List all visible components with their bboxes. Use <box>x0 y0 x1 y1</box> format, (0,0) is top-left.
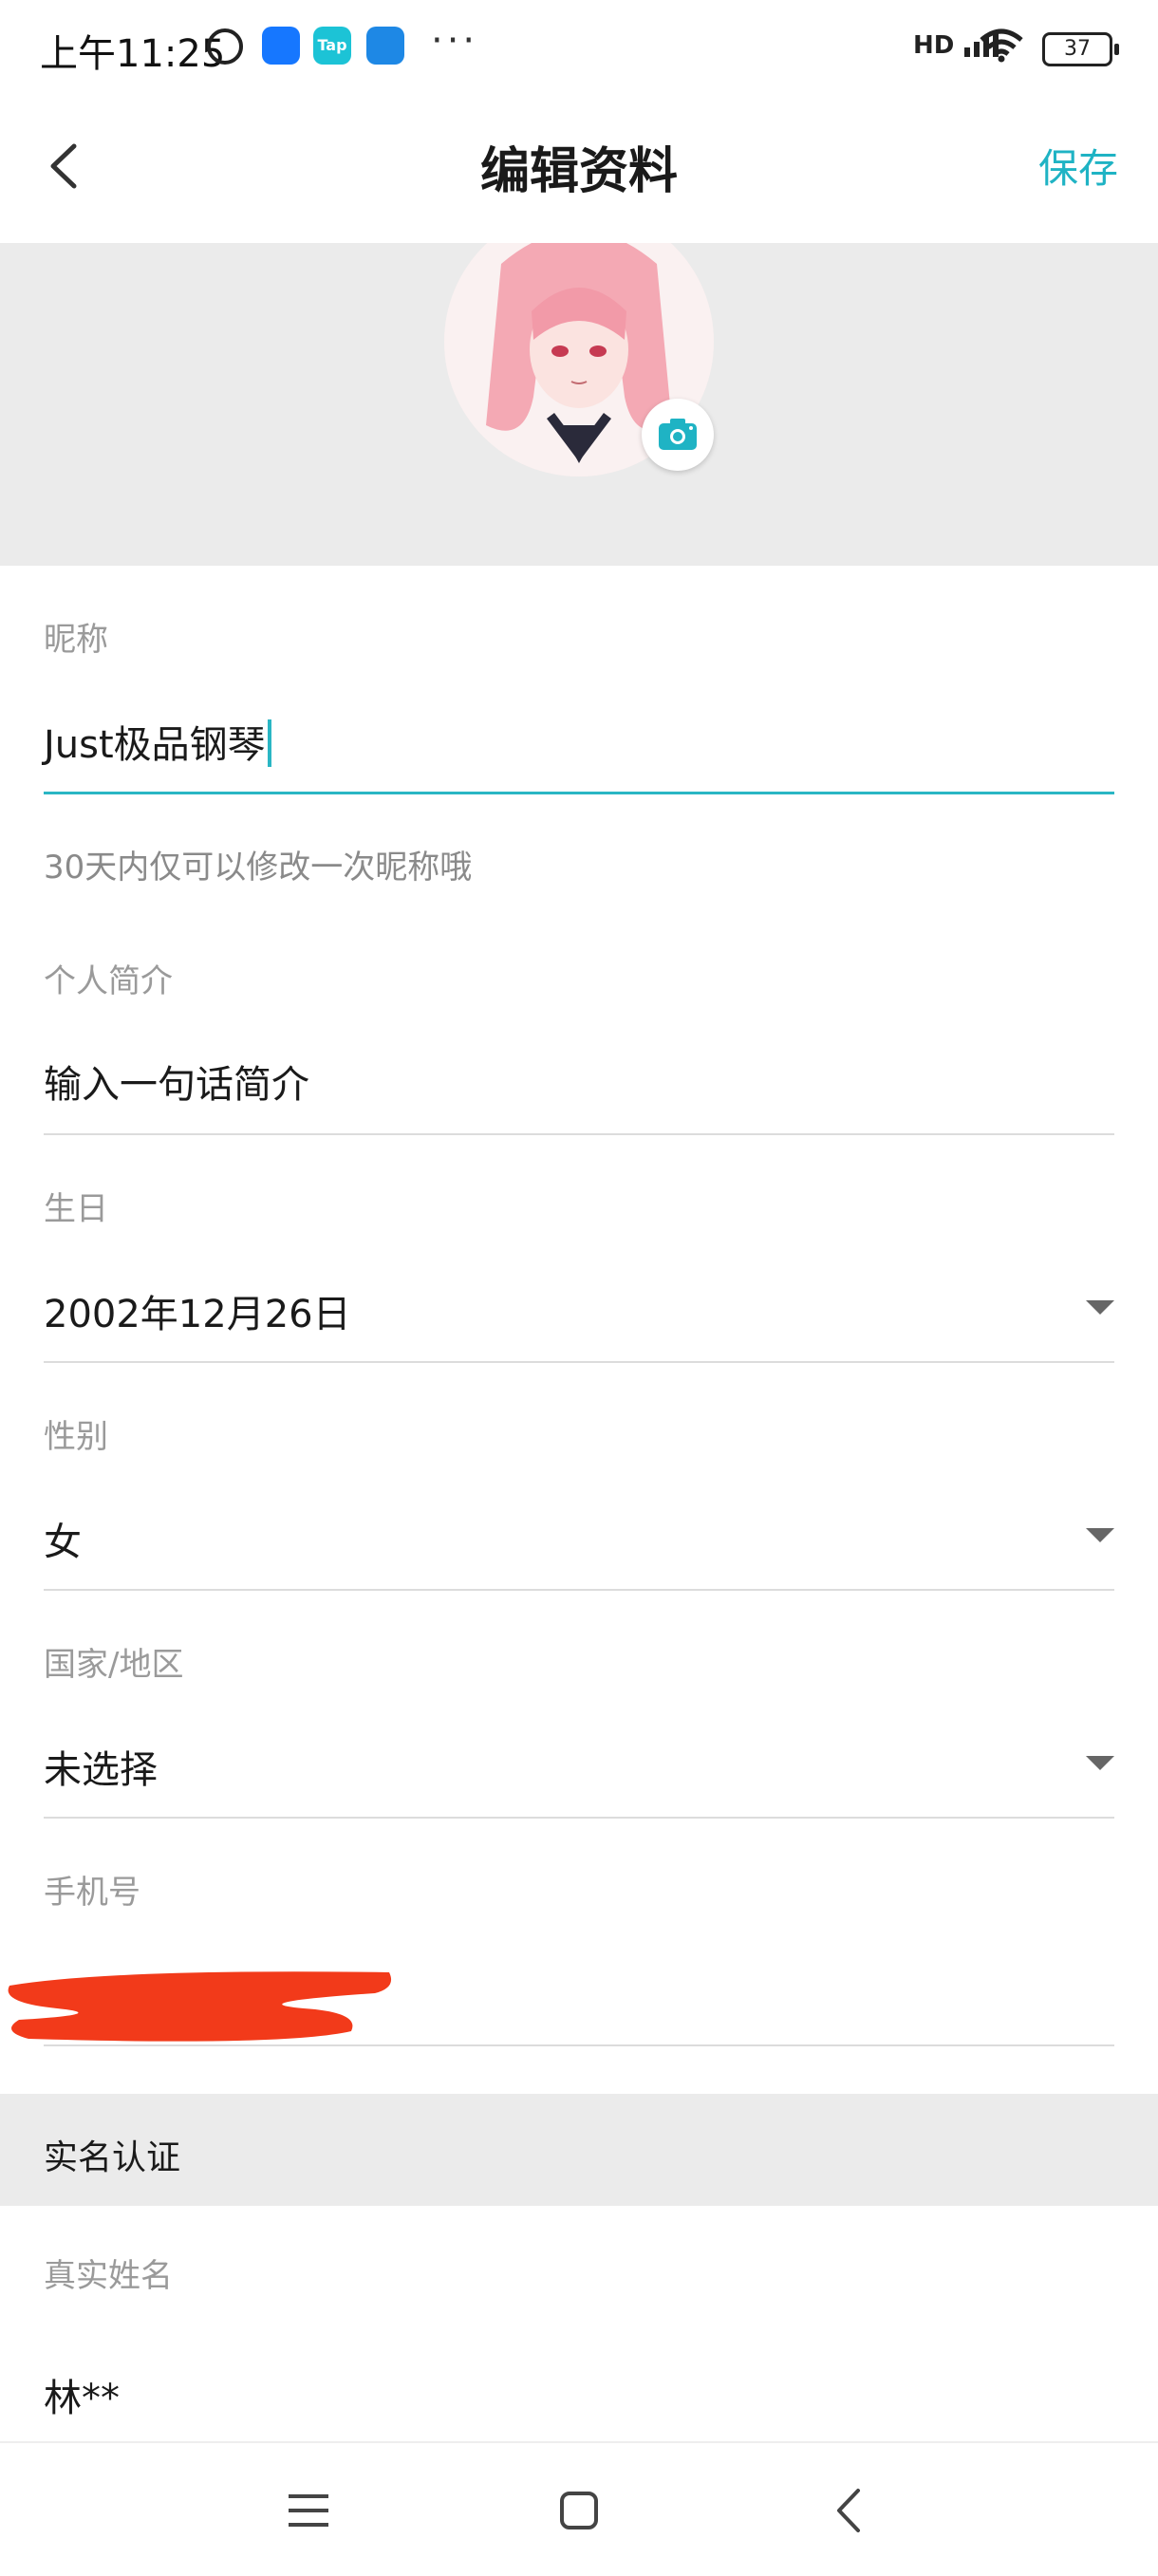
phone-underline <box>44 2044 1114 2046</box>
save-button[interactable]: 保存 <box>1038 137 1118 195</box>
message-icon <box>366 27 404 65</box>
birthday-chevron-down-icon[interactable] <box>1086 1300 1114 1315</box>
page-title: 编辑资料 <box>479 143 678 200</box>
battery-icon: 37 <box>1042 32 1119 66</box>
status-bar: 上午11:25 Tap ··· HD 37 <box>0 0 1158 95</box>
signal-label: HD <box>913 31 955 60</box>
app-header: 编辑资料 保存 <box>0 95 1158 243</box>
gender-chevron-down-icon[interactable] <box>1086 1528 1114 1542</box>
change-avatar-button[interactable] <box>642 399 714 471</box>
gender-select[interactable]: 女 <box>44 1511 82 1566</box>
region-select[interactable]: 未选择 <box>44 1739 158 1794</box>
avatar-section <box>0 243 1158 566</box>
home-icon[interactable] <box>546 2477 612 2544</box>
nickname-label: 昵称 <box>44 621 108 659</box>
more-notifications-icon: ··· <box>431 19 479 63</box>
back-icon[interactable] <box>816 2477 883 2544</box>
tap-icon: Tap <box>313 27 351 65</box>
camera-icon <box>659 419 697 450</box>
region-underline <box>44 1817 1114 1819</box>
alarm-icon <box>207 28 243 65</box>
nickname-underline <box>44 792 1114 794</box>
menu-icon[interactable] <box>275 2477 342 2544</box>
phone-label: 手机号 <box>44 1874 140 1912</box>
text-cursor <box>267 719 271 767</box>
region-label: 国家/地区 <box>44 1646 184 1684</box>
nickname-hint: 30天内仅可以修改一次昵称哦 <box>44 849 473 887</box>
real-name-label: 真实姓名 <box>44 2257 173 2295</box>
system-navigation-bar <box>0 2441 1158 2576</box>
bio-underline <box>44 1133 1114 1135</box>
real-name-section-header: 实名认证 <box>0 2094 1158 2206</box>
nickname-input[interactable]: Just极品钢琴 <box>44 714 271 769</box>
region-chevron-down-icon[interactable] <box>1086 1756 1114 1770</box>
real-name-value: 林** <box>44 2377 120 2420</box>
redaction-mark <box>8 1971 392 2042</box>
nickname-value: Just极品钢琴 <box>44 723 266 767</box>
birthday-underline <box>44 1361 1114 1363</box>
gender-label: 性别 <box>44 1418 108 1456</box>
alipay-icon <box>262 27 300 65</box>
bio-label: 个人简介 <box>44 962 173 1000</box>
bio-input[interactable]: 输入一句话简介 <box>44 1054 309 1109</box>
birthday-label: 生日 <box>44 1190 108 1228</box>
wifi-icon <box>980 28 1023 63</box>
section-title: 实名认证 <box>44 2138 181 2177</box>
status-time: 上午11:25 <box>40 32 226 76</box>
gender-underline <box>44 1589 1114 1591</box>
birthday-select[interactable]: 2002年12月26日 <box>44 1283 351 1338</box>
